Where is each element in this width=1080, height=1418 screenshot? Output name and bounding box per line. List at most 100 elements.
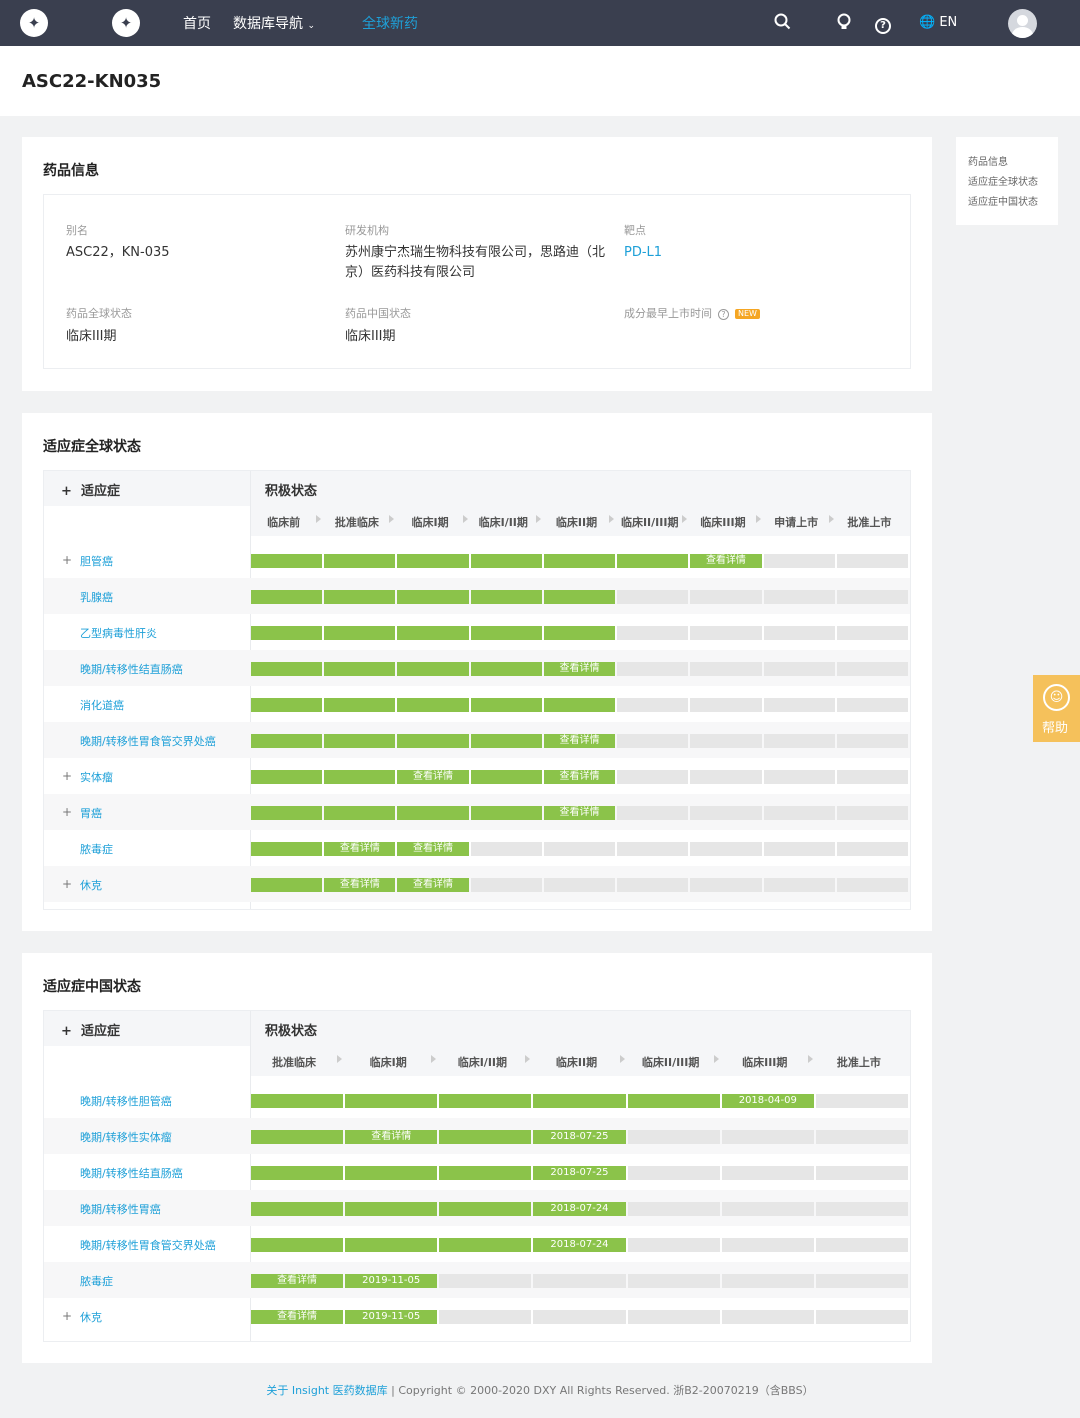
phase-bar-empty [617, 806, 689, 820]
phase-bar-empty [836, 698, 908, 712]
anchor-global-status[interactable]: 适应症全球状态 [968, 173, 1038, 188]
nav-home[interactable]: 首页 [183, 13, 211, 33]
indication-link[interactable]: 晚期/转移性胃癌 [80, 1201, 161, 1217]
indication-link[interactable]: 脓毒症 [80, 841, 113, 857]
indication-link[interactable]: 休克 [80, 877, 102, 893]
phase-bar-filled [397, 698, 469, 712]
phase-date: 2018-07-25 [533, 1166, 626, 1180]
phase-bar-empty [721, 1310, 814, 1324]
phase-date: 2018-07-25 [533, 1130, 626, 1144]
view-details-link[interactable]: 查看详情 [690, 554, 762, 568]
view-details-link[interactable]: 查看详情 [397, 842, 469, 856]
expand-all-icon[interactable]: + [61, 484, 72, 499]
view-details-link[interactable]: 查看详情 [345, 1130, 438, 1144]
indication-link[interactable]: 乙型病毒性肝炎 [80, 625, 157, 641]
view-details-link[interactable]: 查看详情 [324, 878, 396, 892]
phase-bar-empty [763, 806, 835, 820]
avatar[interactable] [1008, 9, 1037, 38]
phase-bar-filled [251, 1130, 344, 1144]
footer: 关于 Insight 医药数据库 | Copyright © 2000-2020… [0, 1382, 1080, 1398]
anchor-drug-info[interactable]: 药品信息 [968, 153, 1008, 168]
phase-bar-empty [836, 626, 908, 640]
indication-link[interactable]: 休克 [80, 1309, 102, 1325]
phase-date: 2018-07-24 [533, 1238, 626, 1252]
chevron-right-icon [619, 1055, 625, 1063]
indication-link[interactable]: 晚期/转移性胆管癌 [80, 1093, 172, 1109]
lightbulb-icon[interactable] [836, 13, 852, 35]
logo-icon-secondary[interactable]: ✦ [112, 9, 140, 37]
expand-icon[interactable]: + [62, 553, 72, 567]
top-nav: ✦ ✦ 首页 数据库导航 ⌄ 全球新药 ? 🌐 EN [0, 0, 1080, 46]
indication-link[interactable]: 实体瘤 [80, 769, 113, 785]
language-switch[interactable]: 🌐 EN [919, 13, 957, 33]
question-icon[interactable]: ? [718, 309, 729, 320]
expand-icon[interactable]: + [62, 805, 72, 819]
phase-bar-filled [543, 554, 616, 568]
section-title-global-status: 适应症全球状态 [43, 439, 141, 455]
logo-icon[interactable]: ✦ [20, 9, 48, 37]
phase-label: 临床I/II期 [478, 516, 528, 529]
phase-bar-empty [617, 734, 689, 748]
phase-bar-filled [543, 626, 616, 640]
view-details-link[interactable]: 查看详情 [397, 770, 469, 784]
indication-link[interactable]: 晚期/转移性胃食管交界处癌 [80, 1237, 216, 1253]
phase-bar-empty [533, 1274, 626, 1288]
indication-link[interactable]: 乳腺癌 [80, 589, 113, 605]
phase-bar-empty [690, 878, 762, 892]
table-row: 乙型病毒性肝炎 [44, 614, 910, 650]
phase-header-row: 临床前 批准临床 临床I期 临床I/II期 临床II期 临床II/III期 临床III期 申请… [251, 506, 910, 536]
phase-bar-filled [470, 662, 542, 676]
phase-bar-empty [690, 626, 762, 640]
col-indication: + 适应症 [61, 480, 120, 499]
phase-bar-empty [763, 626, 835, 640]
phase-bar-empty [690, 662, 762, 676]
view-details-link[interactable]: 查看详情 [397, 878, 469, 892]
phase-label: 批准上市 [836, 1056, 881, 1069]
phase-bar-empty [439, 1310, 532, 1324]
search-icon[interactable] [774, 13, 791, 35]
phase-bar-filled [470, 806, 542, 820]
indication-link[interactable]: 晚期/转移性胃食管交界处癌 [80, 733, 216, 749]
indication-link[interactable]: 消化道癌 [80, 697, 124, 713]
table-row: 晚期/转移性胃癌 2018-07-24 [44, 1190, 910, 1226]
indication-link[interactable]: 晚期/转移性结直肠癌 [80, 661, 183, 677]
indication-link[interactable]: 胃癌 [80, 805, 102, 821]
indication-link[interactable]: 晚期/转移性实体瘤 [80, 1129, 172, 1145]
anchor-china-status[interactable]: 适应症中国状态 [968, 193, 1038, 208]
expand-icon[interactable]: + [62, 1309, 72, 1323]
view-details-link[interactable]: 查看详情 [324, 842, 396, 856]
view-details-link[interactable]: 查看详情 [251, 1274, 344, 1288]
phase-label: 临床I期 [411, 516, 449, 529]
nav-global-new-drugs[interactable]: 全球新药 [362, 13, 418, 33]
indication-link[interactable]: 胆管癌 [80, 553, 113, 569]
expand-icon[interactable]: + [62, 877, 72, 891]
table-row: 晚期/转移性胆管癌 2018-04-09 [44, 1082, 910, 1118]
expand-all-icon[interactable]: + [61, 1024, 72, 1039]
view-details-link[interactable]: 查看详情 [543, 734, 616, 748]
view-details-link[interactable]: 查看详情 [543, 770, 616, 784]
phase-label: 临床II期 [555, 1056, 598, 1069]
help-circle-icon[interactable]: ? [875, 13, 891, 34]
col-indication-label: 适应症 [80, 1024, 120, 1039]
phase-bar-filled [345, 1094, 438, 1108]
phase-bar-empty [617, 626, 689, 640]
view-details-link[interactable]: 查看详情 [543, 806, 616, 820]
phase-bar-filled [251, 1094, 344, 1108]
phase-bar-empty [439, 1274, 532, 1288]
phase-bar-filled [397, 734, 469, 748]
view-details-link[interactable]: 查看详情 [251, 1310, 344, 1324]
about-link[interactable]: 关于 Insight 医药数据库 [266, 1384, 387, 1397]
phase-bar-empty [836, 806, 908, 820]
indication-link[interactable]: 晚期/转移性结直肠癌 [80, 1165, 183, 1181]
phase-bar-empty [627, 1310, 720, 1324]
indication-link[interactable]: 脓毒症 [80, 1273, 113, 1289]
view-details-link[interactable]: 查看详情 [543, 662, 616, 676]
phase-bar-filled [251, 770, 323, 784]
phase-bar-filled [345, 1202, 438, 1216]
expand-icon[interactable]: + [62, 769, 72, 783]
help-button[interactable]: ☺ 帮助 [1033, 675, 1080, 742]
table-row: 晚期/转移性实体瘤 查看详情 2018-07-25 [44, 1118, 910, 1154]
target-link[interactable]: PD-L1 [624, 243, 662, 263]
phase-label: 临床I期 [369, 1056, 407, 1069]
nav-database[interactable]: 数据库导航 ⌄ [233, 13, 315, 33]
